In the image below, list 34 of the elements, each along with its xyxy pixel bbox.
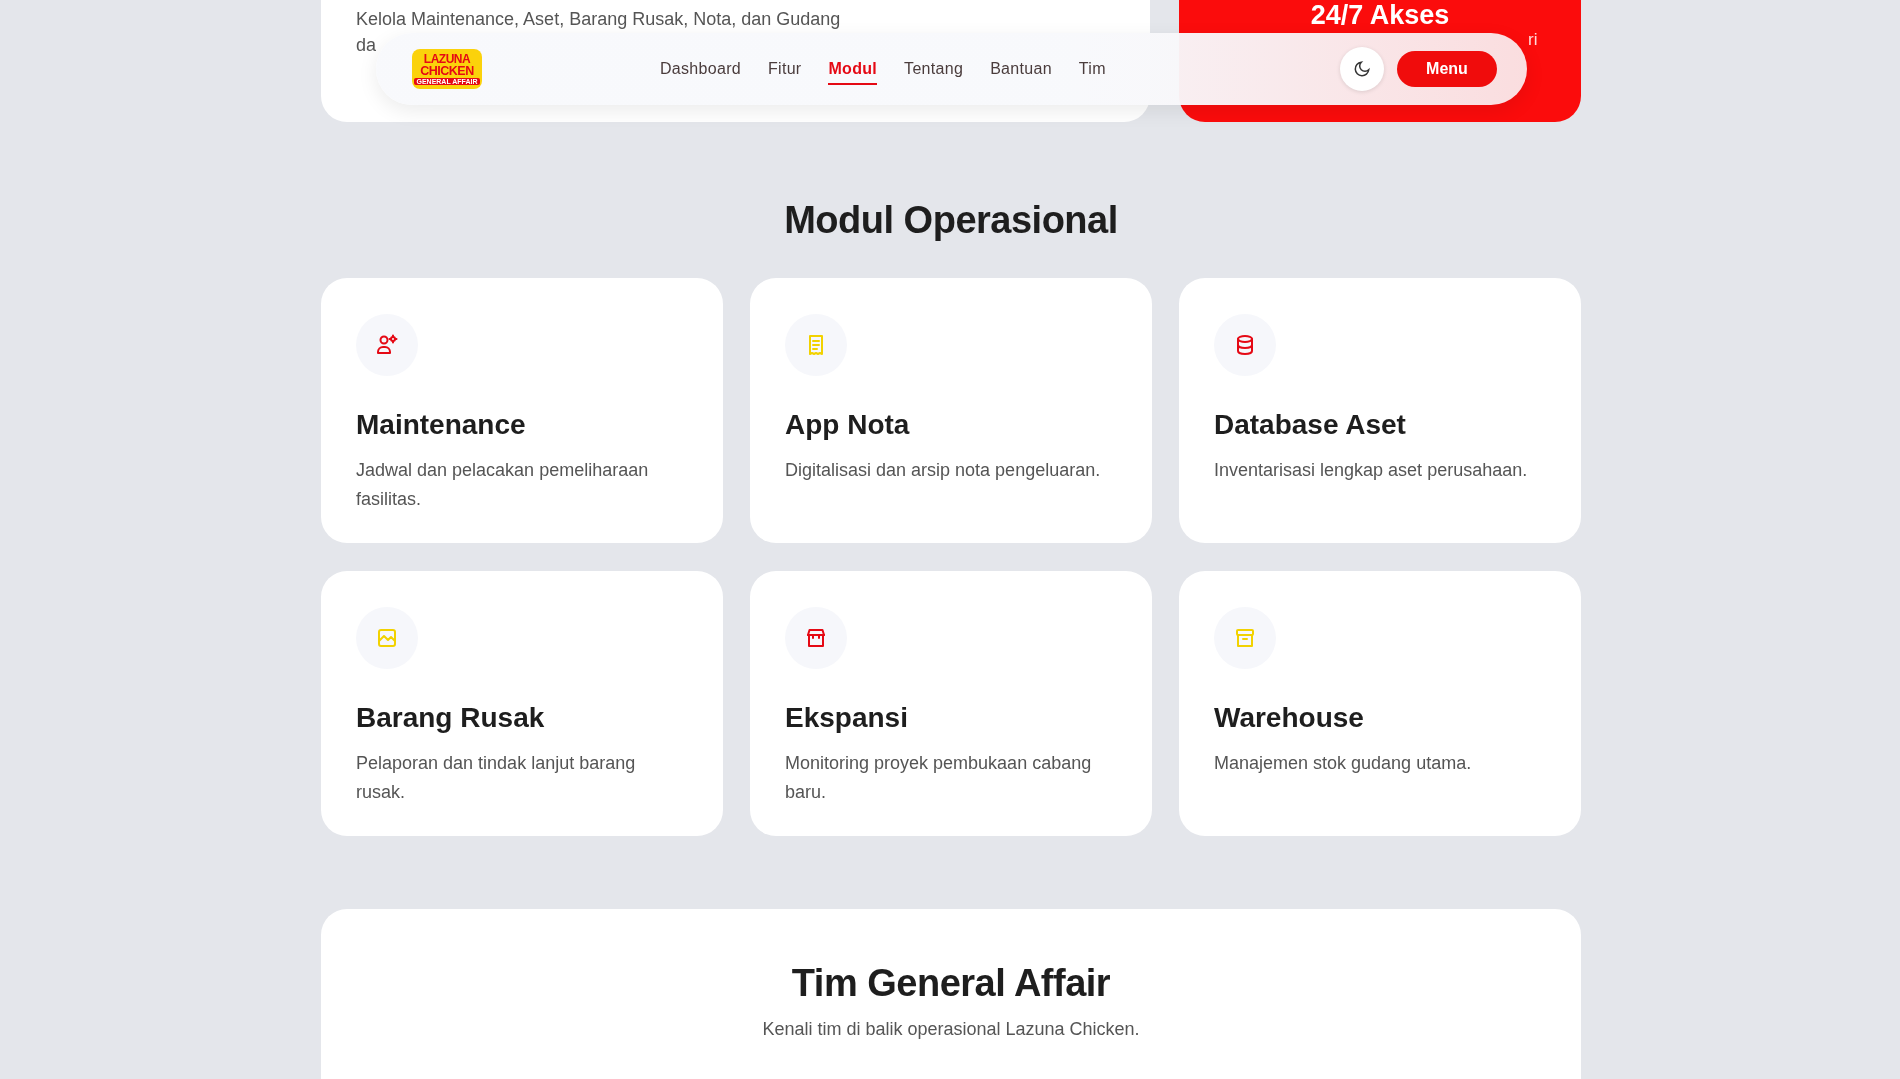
module-card[interactable]: Barang Rusak Pelaporan dan tindak lanjut barang rusak. [321, 571, 723, 836]
access-text: ri [1528, 30, 1538, 50]
nav-link[interactable]: Tim [1078, 53, 1106, 85]
module-description: Digitalisasi dan arsip nota pengeluaran. [785, 459, 1102, 482]
module-card[interactable]: Database Aset Inventarisasi lengkap aset perusahaan. [1179, 278, 1581, 543]
moon-icon [1353, 60, 1371, 78]
module-title: App Nota [785, 408, 911, 442]
module-title: Warehouse [1214, 701, 1365, 735]
access-title: 24/7 Akses [1309, 0, 1451, 30]
nav-link[interactable]: Modul [828, 53, 878, 85]
module-description: Manajemen stok gudang utama. [1214, 752, 1473, 775]
nav-link[interactable]: Tentang [904, 53, 964, 85]
module-title: Barang Rusak [356, 701, 546, 735]
module-card[interactable]: Maintenance Jadwal dan pelacakan pemeliharaan fasilitas. [321, 278, 723, 543]
module-description: Inventarisasi lengkap aset perusahaan. [1214, 459, 1529, 482]
section-title: Modul Operasional [783, 198, 1119, 243]
theme-toggle-button[interactable] [1340, 47, 1384, 91]
module-title: Ekspansi [785, 701, 909, 735]
module-title: Database Aset [1214, 408, 1407, 442]
module-card[interactable]: Ekspansi Monitoring proyek pembukaan cabang baru. [750, 571, 1152, 836]
hero-description: Kelola Maintenance, Aset, Barang Rusak, Nota, dan Gudang [356, 8, 842, 31]
nav-link[interactable]: Fitur [768, 53, 802, 85]
nav-link[interactable]: Dashboard [660, 53, 741, 85]
nav-link[interactable]: Bantuan [990, 53, 1052, 85]
menu-button[interactable]: Menu [1397, 51, 1497, 87]
module-description: Pelaporan dan tindak lanjut barang rusak. [356, 752, 637, 804]
module-description: Jadwal dan pelacakan pemeliharaan fasilitas. [356, 459, 650, 511]
module-description: Monitoring proyek pembukaan cabang baru. [785, 752, 1093, 804]
module-card[interactable]: Warehouse Manajemen stok gudang utama. [1179, 571, 1581, 836]
section-title: Tim General Affair [790, 961, 1112, 1006]
module-title: Maintenance [356, 408, 527, 442]
hero-description: da [356, 35, 377, 55]
section-subtitle: Kenali tim di balik operasional Lazuna Chicken. [761, 1019, 1141, 1040]
module-card[interactable]: App Nota Digitalisasi dan arsip nota pengeluaran. [750, 278, 1152, 543]
